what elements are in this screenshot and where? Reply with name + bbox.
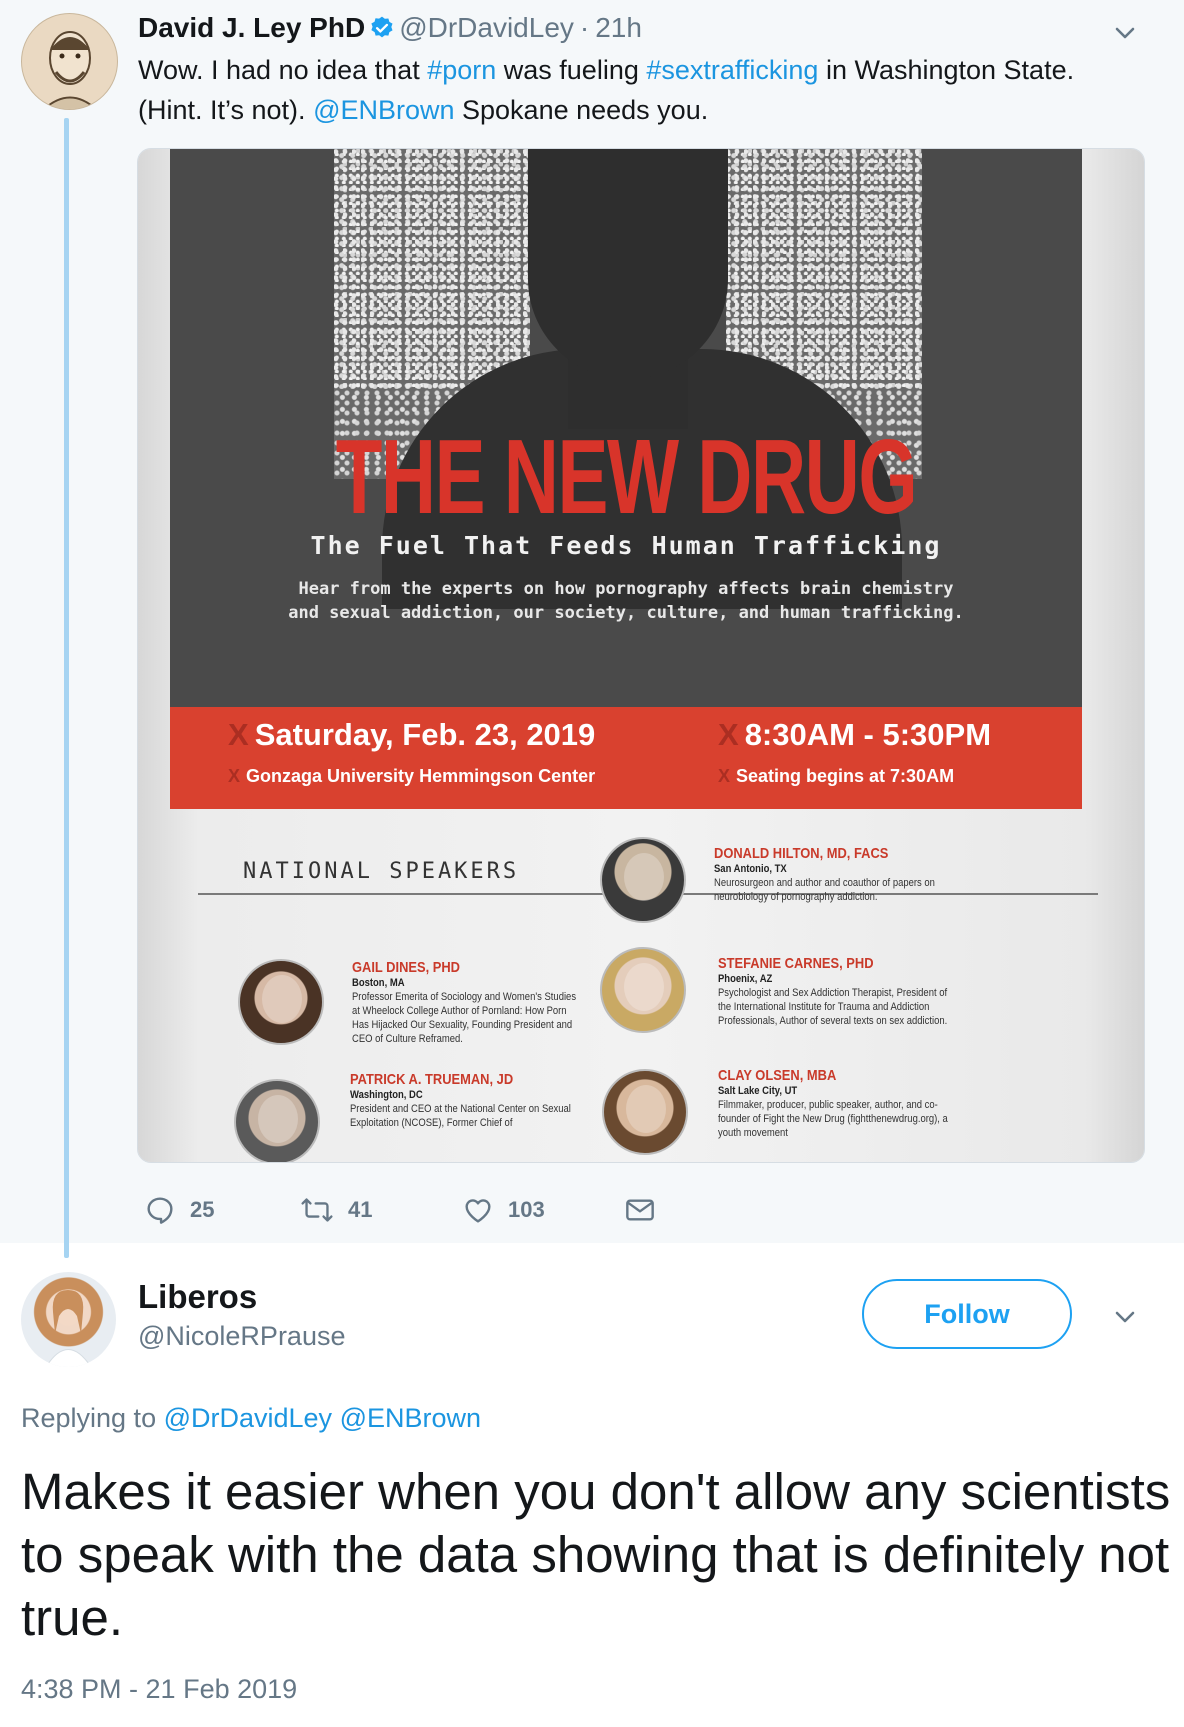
avatar-photo [45, 1290, 92, 1367]
replying-mention-enbrown[interactable]: @ENBrown [340, 1403, 481, 1433]
flyer-section-title: NATIONAL SPEAKERS [243, 859, 520, 884]
tweet-text: Wow. I had no idea that #porn was fuelin… [138, 50, 1138, 130]
flyer-seating: X Seating begins at 7:30AM [718, 766, 954, 787]
tv-static-left [334, 149, 530, 389]
flyer-hours-text: 8:30AM - 5:30PM [744, 717, 992, 752]
speaker-photo [600, 837, 686, 923]
thread-line [64, 118, 69, 1258]
hashtag-porn[interactable]: #porn [427, 55, 496, 85]
x-mark: X [718, 717, 739, 752]
parent-tweet[interactable]: David J. Ley PhD @DrDavidLey · 21h Wow. I h… [0, 0, 1184, 1258]
chevron-down-icon[interactable] [1108, 1300, 1142, 1334]
speaker-location: Salt Lake City, UT [718, 1085, 798, 1097]
replying-prefix: Replying to [21, 1403, 164, 1433]
follow-button[interactable]: Follow [862, 1279, 1072, 1349]
reply-author-handle[interactable]: @NicoleRPrause [138, 1321, 345, 1352]
avatar-david-ley[interactable] [21, 13, 118, 110]
direct-message-button[interactable] [624, 1194, 656, 1226]
chevron-down-icon[interactable] [1108, 16, 1142, 50]
reply-tweet-text: Makes it easier when you don't allow any… [21, 1463, 1171, 1646]
silhouette-head [528, 149, 728, 379]
mention-enbrown[interactable]: @ENBrown [313, 95, 454, 125]
flyer-seating-text: Seating begins at 7:30AM [736, 766, 955, 786]
flyer-subtitle: The Fuel That Feeds Human Trafficking [310, 531, 942, 560]
replying-mention-drdavidley[interactable]: @DrDavidLey [164, 1403, 332, 1433]
speaker-block: CLAY OLSEN, MBA Salt Lake City, UT Filmm… [718, 1067, 950, 1140]
speaker-location: Washington, DC [350, 1089, 423, 1101]
tweet-header: David J. Ley PhD @DrDavidLey · 21h [138, 10, 642, 50]
speaker-photo [234, 1079, 320, 1162]
reply-button[interactable]: 25 [144, 1194, 214, 1226]
verified-badge-icon [369, 14, 395, 50]
flyer-description: Hear from the experts on how pornography… [170, 577, 1082, 625]
speaker-name: STEFANIE CARNES, PHD [718, 955, 874, 972]
author-handle[interactable]: @DrDavidLey [399, 12, 574, 43]
speaker-photo [600, 947, 686, 1033]
speaker-name: CLAY OLSEN, MBA [718, 1067, 837, 1084]
flyer-description-line: Hear from the experts on how pornography… [298, 579, 954, 599]
speaker-photo [602, 1069, 688, 1155]
reply-count: 25 [190, 1197, 215, 1222]
flyer-date-text: Saturday, Feb. 23, 2019 [254, 717, 596, 752]
speaker-description: Filmmaker, producer, public speaker, aut… [718, 1099, 948, 1139]
speaker-description: Neurosurgeon and author and coauthor of … [714, 877, 935, 903]
flyer-venue-text: Gonzaga University Hemmingson Center [246, 766, 596, 786]
direct-message-icon [626, 1199, 654, 1221]
tweet-text-part: Spokane needs you. [454, 95, 709, 125]
speaker-photo [238, 959, 324, 1045]
reply-author-name[interactable]: Liberos [138, 1278, 257, 1316]
flyer-hours: X 8:30AM - 5:30PM [718, 717, 991, 753]
like-icon [465, 1199, 491, 1223]
speaker-name: DONALD HILTON, MD, FACS [714, 845, 889, 862]
speaker-block: PATRICK A. TRUEMAN, JD Washington, DC Pr… [350, 1071, 582, 1130]
speaker-description: President and CEO at the National Center… [350, 1103, 571, 1129]
speaker-location: Phoenix, AZ [718, 973, 773, 985]
like-button[interactable]: 103 [462, 1194, 545, 1226]
hashtag-sextrafficking[interactable]: #sextrafficking [646, 55, 818, 85]
avatar-liberos[interactable] [21, 1272, 116, 1367]
tweet-text-part: Wow. I had no idea that [138, 55, 428, 85]
tv-static-right [726, 149, 922, 389]
like-count: 103 [508, 1197, 545, 1222]
retweet-button[interactable]: 41 [300, 1194, 372, 1226]
flyer-title: THE NEW DRUG [335, 418, 918, 536]
speaker-block: GAIL DINES, PHD Boston, MA Professor Eme… [352, 959, 584, 1046]
retweet-count: 41 [348, 1197, 373, 1222]
speaker-description: Professor Emerita of Sociology and Women… [352, 991, 577, 1045]
speaker-name: GAIL DINES, PHD [352, 959, 460, 976]
x-mark: X [228, 717, 249, 752]
avatar-portrait-sketch [42, 31, 98, 109]
flyer-description-line: and sexual addiction, our society, cultu… [288, 603, 964, 623]
tweet-text-part: was fueling [496, 55, 647, 85]
reply-timestamp[interactable]: 4:38 PM - 21 Feb 2019 [21, 1674, 297, 1705]
speaker-name: PATRICK A. TRUEMAN, JD [350, 1071, 514, 1088]
tweet-photo[interactable]: THE NEW DRUG The Fuel That Feeds Human T… [137, 148, 1145, 1163]
speaker-location: Boston, MA [352, 977, 405, 989]
header-separator: · [579, 12, 590, 43]
retweet-icon [301, 1198, 333, 1222]
author-name[interactable]: David J. Ley PhD [138, 12, 365, 43]
x-mark: X [718, 766, 731, 786]
flyer-venue: X Gonzaga University Hemmingson Center [228, 766, 595, 787]
speaker-block: STEFANIE CARNES, PHD Phoenix, AZ Psychol… [718, 955, 950, 1028]
speaker-block: DONALD HILTON, MD, FACS San Antonio, TX … [714, 845, 946, 904]
speaker-description: Psychologist and Sex Addiction Therapist… [718, 987, 948, 1027]
flyer-date: X Saturday, Feb. 23, 2019 [228, 717, 595, 753]
x-mark: X [228, 766, 241, 786]
reply-icon [147, 1197, 173, 1224]
replying-to: Replying to @DrDavidLey @ENBrown [21, 1403, 481, 1434]
tweet-time[interactable]: 21h [595, 12, 642, 43]
speaker-location: San Antonio, TX [714, 863, 787, 875]
